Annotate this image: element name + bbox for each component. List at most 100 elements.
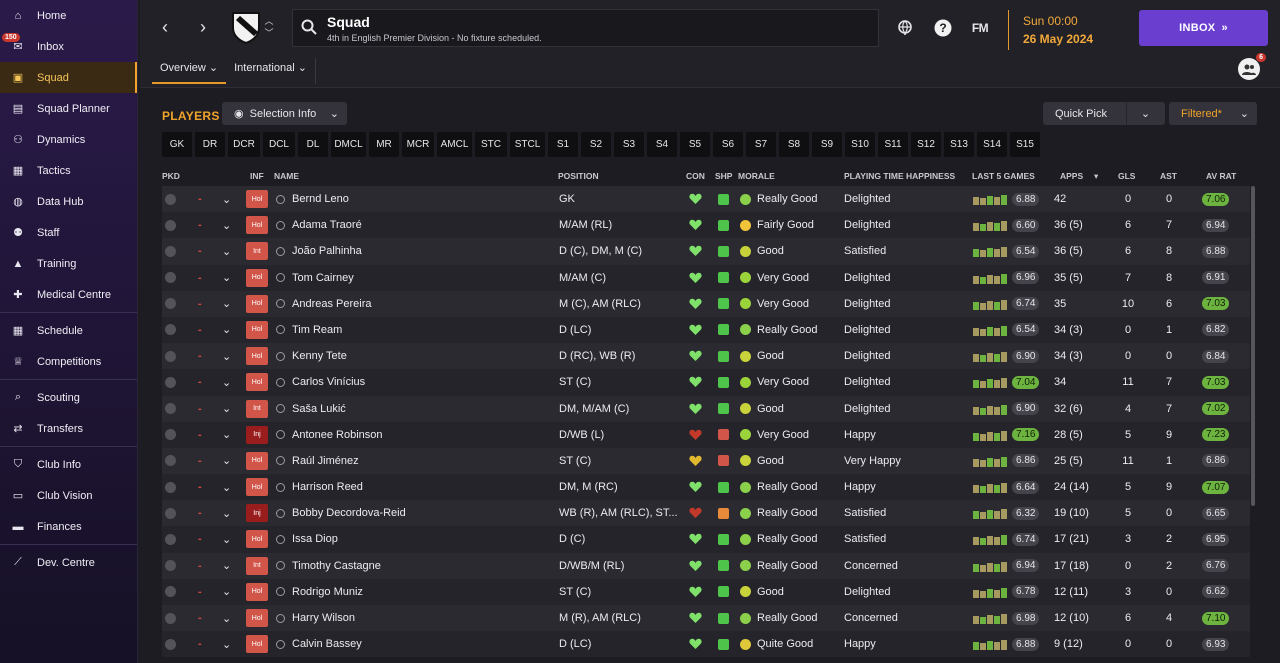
back-arrow-icon[interactable]: ‹ xyxy=(154,16,176,38)
position-button-s2[interactable]: S2 xyxy=(581,132,611,157)
sidebar-item-club-vision[interactable]: ▭ Club Vision xyxy=(0,480,137,511)
picked-indicator-icon[interactable] xyxy=(165,605,177,631)
table-row[interactable]: - ⌄ Hol Tim Ream D (LC) Really Good Delighted 6… xyxy=(162,316,1250,344)
position-button-mcr[interactable]: MCR xyxy=(402,132,434,157)
position-button-s13[interactable]: S13 xyxy=(944,132,974,157)
player-name[interactable]: Kenny Tete xyxy=(276,343,347,369)
player-name[interactable]: João Palhinha xyxy=(276,238,362,264)
table-row[interactable]: - ⌄ Inj Antonee Robinson D/WB (L) Very Good Ha… xyxy=(162,421,1250,448)
table-row[interactable]: - ⌄ Hol Tom Cairney M/AM (C) Very Good Delight… xyxy=(162,264,1250,291)
col-pkd[interactable]: PKD xyxy=(162,171,180,181)
table-row[interactable]: - ⌄ Hol Carlos Vinícius ST (C) Very Good Delig… xyxy=(162,369,1250,396)
col-playing-time[interactable]: PLAYING TIME HAPPINESS xyxy=(844,171,955,181)
position-button-dr[interactable]: DR xyxy=(195,132,225,157)
row-chevron-down-icon[interactable]: ⌄ xyxy=(222,553,231,579)
col-shp[interactable]: SHP xyxy=(715,171,732,181)
picked-indicator-icon[interactable] xyxy=(165,474,177,500)
position-button-dcr[interactable]: DCR xyxy=(228,132,260,157)
row-chevron-down-icon[interactable]: ⌄ xyxy=(222,500,231,526)
row-chevron-down-icon[interactable]: ⌄ xyxy=(222,369,231,395)
picked-indicator-icon[interactable] xyxy=(165,631,177,657)
table-row[interactable]: - ⌄ Hol Harrison Reed DM, M (RC) Really Good H… xyxy=(162,474,1250,501)
table-row[interactable]: - ⌄ Int Timothy Castagne D/WB/M (RL) Really G… xyxy=(162,552,1250,579)
row-chevron-down-icon[interactable]: ⌄ xyxy=(222,579,231,605)
fm-logo[interactable]: FM xyxy=(969,17,991,39)
player-name[interactable]: Antonee Robinson xyxy=(276,422,383,448)
player-name[interactable]: Issa Diop xyxy=(276,526,338,552)
col-last5[interactable]: LAST 5 GAMES xyxy=(972,171,1035,181)
quick-pick-chevron-down-icon[interactable]: ⌄ xyxy=(1126,102,1164,125)
position-button-s6[interactable]: S6 xyxy=(713,132,743,157)
position-button-s8[interactable]: S8 xyxy=(779,132,809,157)
table-row[interactable]: - ⌄ Hol Issa Diop D (C) Really Good Satisfied 6… xyxy=(162,526,1250,553)
picked-indicator-icon[interactable] xyxy=(165,553,177,579)
row-chevron-down-icon[interactable]: ⌄ xyxy=(222,291,231,317)
row-chevron-down-icon[interactable]: ⌄ xyxy=(222,448,231,474)
sidebar-item-scouting[interactable]: ⌕ Scouting xyxy=(0,382,137,413)
position-button-s5[interactable]: S5 xyxy=(680,132,710,157)
player-name[interactable]: Tom Cairney xyxy=(276,265,354,291)
row-chevron-down-icon[interactable]: ⌄ xyxy=(222,186,231,212)
picked-indicator-icon[interactable] xyxy=(165,448,177,474)
sidebar-item-finances[interactable]: ▬ Finances xyxy=(0,511,137,542)
row-chevron-down-icon[interactable]: ⌄ xyxy=(222,238,231,264)
row-chevron-down-icon[interactable]: ⌄ xyxy=(222,317,231,343)
help-icon[interactable]: ? xyxy=(932,17,954,39)
table-row[interactable]: - ⌄ Hol Calvin Bassey D (LC) Quite Good Happy 6… xyxy=(162,631,1250,658)
table-row[interactable]: - ⌄ Inj Bobby Decordova-Reid WB (R), AM (RLC… xyxy=(162,500,1250,527)
table-row[interactable]: - ⌄ Hol Raúl Jiménez ST (C) Good Very Happy 6.8… xyxy=(162,447,1250,475)
picked-indicator-icon[interactable] xyxy=(165,369,177,395)
sidebar-item-data-hub[interactable]: ◍ Data Hub xyxy=(0,186,137,217)
position-button-mr[interactable]: MR xyxy=(369,132,399,157)
game-date[interactable]: Sun 00:00 26 May 2024 xyxy=(1008,10,1118,50)
player-name[interactable]: Adama Traoré xyxy=(276,212,362,238)
player-name[interactable]: Harrison Reed xyxy=(276,474,363,500)
sidebar-item-training[interactable]: ▲ Training xyxy=(0,248,137,279)
sidebar-item-medical-centre[interactable]: ✚ Medical Centre xyxy=(0,279,137,310)
position-button-gk[interactable]: GK xyxy=(162,132,192,157)
row-chevron-down-icon[interactable]: ⌄ xyxy=(222,343,231,369)
col-name[interactable]: NAME xyxy=(274,171,299,181)
picked-indicator-icon[interactable] xyxy=(165,500,177,526)
position-button-s3[interactable]: S3 xyxy=(614,132,644,157)
player-name[interactable]: Raúl Jiménez xyxy=(276,448,359,474)
position-button-amcl[interactable]: AMCL xyxy=(437,132,472,157)
picked-indicator-icon[interactable] xyxy=(165,317,177,343)
player-name[interactable]: Tim Ream xyxy=(276,317,342,343)
col-ast[interactable]: AST xyxy=(1160,171,1177,181)
table-row[interactable]: - ⌄ Int João Palhinha D (C), DM, M (C) Good Sa… xyxy=(162,238,1250,265)
sidebar-item-schedule[interactable]: ▦ Schedule xyxy=(0,315,137,346)
player-name[interactable]: Rodrigo Muniz xyxy=(276,579,363,605)
col-gls[interactable]: GLS xyxy=(1118,171,1135,181)
player-name[interactable]: Timothy Castagne xyxy=(276,553,381,579)
table-row[interactable]: - ⌄ Hol Rodrigo Muniz ST (C) Good Delighted 6.7… xyxy=(162,578,1250,605)
page-title-box[interactable]: Squad 4th in English Premier Division - … xyxy=(292,9,879,47)
sidebar-item-squad-planner[interactable]: ▤ Squad Planner xyxy=(0,93,137,124)
sidebar-item-squad[interactable]: ▣ Squad xyxy=(0,62,137,93)
row-chevron-down-icon[interactable]: ⌄ xyxy=(222,212,231,238)
row-chevron-down-icon[interactable]: ⌄ xyxy=(222,265,231,291)
picked-indicator-icon[interactable] xyxy=(165,212,177,238)
picked-indicator-icon[interactable] xyxy=(165,422,177,448)
selection-info-button[interactable]: ◉ Selection Info ⌄ xyxy=(222,102,347,125)
scrollbar[interactable] xyxy=(1251,186,1255,506)
picked-indicator-icon[interactable] xyxy=(165,238,177,264)
position-button-s11[interactable]: S11 xyxy=(878,132,908,157)
picked-indicator-icon[interactable] xyxy=(165,186,177,212)
tab-international[interactable]: International ⌄ xyxy=(226,58,315,84)
col-avrat[interactable]: AV RAT xyxy=(1206,171,1236,181)
sidebar-item-dynamics[interactable]: ⚇ Dynamics xyxy=(0,124,137,155)
sidebar-item-inbox[interactable]: ✉ Inbox 150 xyxy=(0,31,137,62)
position-button-s9[interactable]: S9 xyxy=(812,132,842,157)
picked-indicator-icon[interactable] xyxy=(165,265,177,291)
picked-indicator-icon[interactable] xyxy=(165,396,177,422)
row-chevron-down-icon[interactable]: ⌄ xyxy=(222,422,231,448)
player-name[interactable]: Saša Lukić xyxy=(276,396,346,422)
filter-button[interactable]: Filtered* ⌄ xyxy=(1169,102,1257,125)
sidebar-item-competitions[interactable]: ♕ Competitions xyxy=(0,346,137,377)
tab-overview[interactable]: Overview ⌄ xyxy=(152,58,227,84)
picked-indicator-icon[interactable] xyxy=(165,343,177,369)
col-morale[interactable]: MORALE xyxy=(738,171,775,181)
position-button-s14[interactable]: S14 xyxy=(977,132,1007,157)
col-con[interactable]: CON xyxy=(686,171,705,181)
